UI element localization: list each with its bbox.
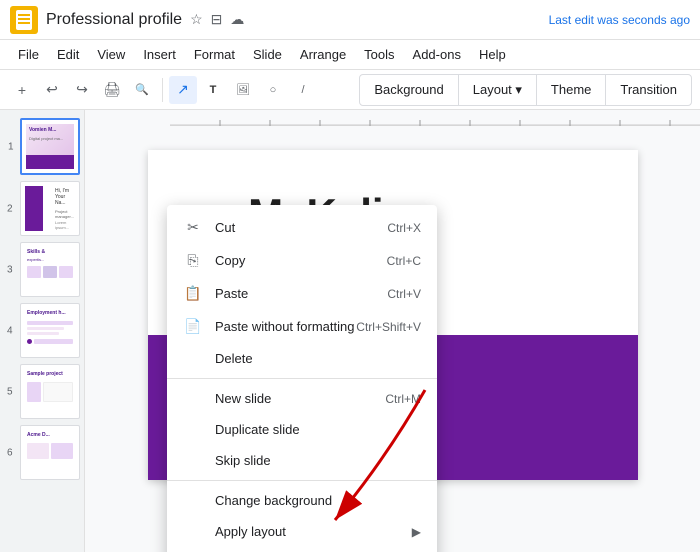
ctx-paste-noformat-shortcut: Ctrl+Shift+V — [356, 320, 421, 334]
context-menu: ✂ Cut Ctrl+X ⎘ Copy Ctrl+C 📋 Paste Ctrl+… — [167, 205, 437, 552]
title-icons: ☆ ⊟ ☁ — [190, 11, 244, 28]
ctx-new-slide-label: New slide — [215, 391, 385, 406]
slide-thumb-3[interactable]: 3 Skills & expertis... — [20, 242, 80, 297]
slide-thumb-2[interactable]: 2 Hi, I'm Your Na... Project manager... … — [20, 181, 80, 236]
slide-num-6: 6 — [7, 447, 13, 458]
slide-canvas: en McKalin ect manager ✂ Cut Ctrl+X ⎘ Co… — [85, 110, 700, 552]
print-btn[interactable]: 🖨 — [98, 76, 126, 104]
last-edit-link[interactable]: Last edit was seconds ago — [549, 13, 690, 27]
select-btn[interactable]: ↗ — [169, 76, 197, 104]
add-slide-btn[interactable]: + — [8, 76, 36, 104]
line-btn[interactable]: / — [289, 76, 317, 104]
ctx-skip-slide[interactable]: Skip slide — [167, 445, 437, 476]
menu-tools[interactable]: Tools — [356, 43, 402, 66]
slide-thumb-1[interactable]: 1 Vomien M... Digital project ma... — [20, 118, 80, 175]
star-icon[interactable]: ☆ — [190, 11, 203, 28]
toolbar-left: + ↩ ↪ 🖨 🔍 ↗ T 🖼 ○ / — [8, 76, 317, 104]
folder-icon[interactable]: ⊟ — [211, 11, 223, 28]
menu-bar: File Edit View Insert Format Slide Arran… — [0, 40, 700, 70]
toolbar: + ↩ ↪ 🖨 🔍 ↗ T 🖼 ○ / Background Layout ▾ … — [0, 70, 700, 110]
app-title: Professional profile — [46, 11, 182, 29]
ctx-copy-shortcut: Ctrl+C — [387, 254, 421, 268]
slide-num-1: 1 — [8, 141, 14, 152]
slide-num-5: 5 — [7, 386, 13, 397]
right-toolbar: Background Layout ▾ Theme Transition — [360, 74, 692, 106]
background-button[interactable]: Background — [359, 74, 458, 106]
menu-slide[interactable]: Slide — [245, 43, 290, 66]
menu-help[interactable]: Help — [471, 43, 514, 66]
ctx-new-slide-shortcut: Ctrl+M — [385, 392, 421, 406]
slide-thumb-4[interactable]: 4 Employment h... — [20, 303, 80, 358]
menu-edit[interactable]: Edit — [49, 43, 87, 66]
slide-panel: 1 Vomien M... Digital project ma... 2 Hi… — [0, 110, 85, 552]
transition-button[interactable]: Transition — [605, 74, 692, 106]
ctx-apply-layout[interactable]: Apply layout ▶ — [167, 516, 437, 547]
slide-num-3: 3 — [7, 264, 13, 275]
ctx-change-theme[interactable]: Change theme — [167, 547, 437, 552]
ctx-paste-no-format[interactable]: 📄 Paste without formatting Ctrl+Shift+V — [167, 310, 437, 343]
apply-layout-arrow: ▶ — [412, 525, 421, 539]
main-area: 1 Vomien M... Digital project ma... 2 Hi… — [0, 110, 700, 552]
cloud-icon[interactable]: ☁ — [230, 11, 244, 28]
title-bar: Professional profile ☆ ⊟ ☁ Last edit was… — [0, 0, 700, 40]
app-icon — [10, 6, 38, 34]
copy-icon: ⎘ — [183, 252, 203, 269]
slide-num-2: 2 — [7, 203, 13, 214]
sep-1 — [162, 78, 163, 102]
ctx-paste-label: Paste — [215, 286, 387, 301]
cut-icon: ✂ — [183, 219, 203, 236]
ctx-sep-1 — [167, 378, 437, 379]
zoom-btn[interactable]: 🔍 — [128, 76, 156, 104]
ctx-skip-label: Skip slide — [215, 453, 421, 468]
menu-format[interactable]: Format — [186, 43, 243, 66]
undo-btn[interactable]: ↩ — [38, 76, 66, 104]
ctx-copy[interactable]: ⎘ Copy Ctrl+C — [167, 244, 437, 277]
layout-button[interactable]: Layout ▾ — [458, 74, 537, 106]
ctx-duplicate-label: Duplicate slide — [215, 422, 421, 437]
ctx-paste-noformat-label: Paste without formatting — [215, 319, 356, 334]
shape-btn[interactable]: ○ — [259, 76, 287, 104]
ctx-cut-shortcut: Ctrl+X — [387, 221, 421, 235]
text-btn[interactable]: T — [199, 76, 227, 104]
menu-arrange[interactable]: Arrange — [292, 43, 354, 66]
theme-button[interactable]: Theme — [536, 74, 606, 106]
ruler-horizontal — [170, 110, 700, 126]
menu-view[interactable]: View — [89, 43, 133, 66]
ctx-change-bg-label: Change background — [215, 493, 421, 508]
ctx-cut[interactable]: ✂ Cut Ctrl+X — [167, 211, 437, 244]
menu-insert[interactable]: Insert — [135, 43, 184, 66]
slide-thumb-6[interactable]: 6 Acme D... — [20, 425, 80, 480]
ctx-apply-layout-label: Apply layout — [215, 524, 412, 539]
ctx-delete[interactable]: Delete — [167, 343, 437, 374]
menu-addons[interactable]: Add-ons — [405, 43, 469, 66]
redo-btn[interactable]: ↪ — [68, 76, 96, 104]
ctx-sep-2 — [167, 480, 437, 481]
slide-num-4: 4 — [7, 325, 13, 336]
ctx-paste[interactable]: 📋 Paste Ctrl+V — [167, 277, 437, 310]
image-btn[interactable]: 🖼 — [229, 76, 257, 104]
paste-noformat-icon: 📄 — [183, 318, 203, 335]
ctx-copy-label: Copy — [215, 253, 387, 268]
ctx-change-bg[interactable]: Change background — [167, 485, 437, 516]
menu-file[interactable]: File — [10, 43, 47, 66]
ctx-cut-label: Cut — [215, 220, 387, 235]
slide-thumb-5[interactable]: 5 Sample project — [20, 364, 80, 419]
ctx-new-slide[interactable]: New slide Ctrl+M — [167, 383, 437, 414]
ctx-duplicate-slide[interactable]: Duplicate slide — [167, 414, 437, 445]
ctx-delete-label: Delete — [215, 351, 421, 366]
ctx-paste-shortcut: Ctrl+V — [387, 287, 421, 301]
paste-icon: 📋 — [183, 285, 203, 302]
